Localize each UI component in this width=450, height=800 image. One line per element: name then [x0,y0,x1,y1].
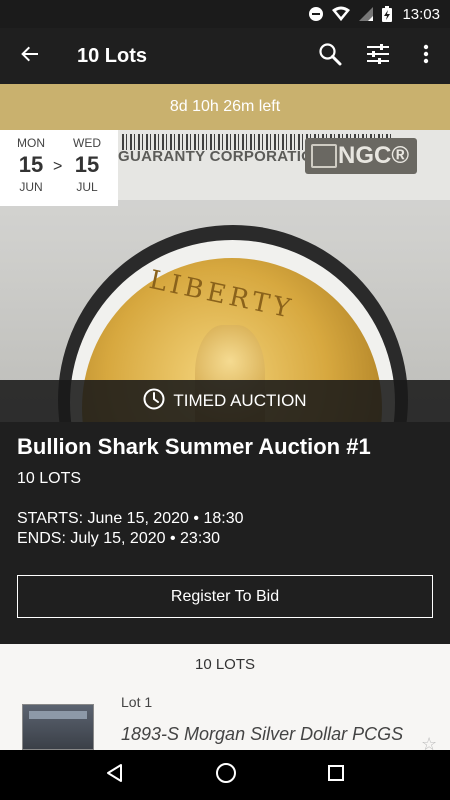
circle-home-icon [216,762,236,783]
end-weekday: WED [73,136,101,150]
wifi-icon [332,6,351,22]
status-bar: 13:03 [0,0,450,28]
arrow-back-icon [20,44,40,69]
start-date: MON 15 JUN [11,136,51,194]
nav-recents-button[interactable] [327,764,345,787]
search-button[interactable] [306,28,354,84]
start-weekday: MON [17,136,45,150]
more-vert-icon [423,44,429,69]
do-not-disturb-icon [308,6,324,22]
lots-header: 10 LOTS [194,656,256,673]
slab-text: GUARANTY CORPORATION [118,148,325,165]
page-title: 10 Lots [77,44,148,67]
search-icon [318,42,342,71]
countdown-banner: 8d 10h 26m left [0,84,450,130]
system-nav-bar [0,750,450,800]
end-time: ENDS: July 15, 2020 • 23:30 [17,530,221,547]
ngc-logo-text: NGC® [337,142,409,169]
auction-title: Bullion Shark Summer Auction #1 [17,434,371,459]
timed-auction-banner: TIMED AUCTION [0,380,450,422]
back-button[interactable] [0,28,60,84]
start-month: JUN [19,180,43,194]
lots-count: 10 LOTS [17,470,82,487]
end-month: JUL [76,180,98,194]
start-day: 15 [18,152,44,177]
scales-icon [311,144,337,168]
end-day: 15 [74,152,100,177]
date-range-badge: MON 15 JUN > WED 15 JUL [0,130,118,206]
end-date: WED 15 JUL [67,136,107,194]
lot-thumbnail[interactable] [22,704,94,750]
nav-back-button[interactable] [105,763,125,788]
start-time: STARTS: June 15, 2020 • 18:30 [17,510,244,527]
more-menu-button[interactable] [402,28,450,84]
tune-icon [367,43,389,69]
nav-home-button[interactable] [215,762,237,789]
status-time: 13:03 [402,5,440,23]
slab-label [29,711,87,719]
lots-list: 10 LOTS Lot 1 1893-S Morgan Silver Dolla… [0,644,450,754]
register-to-bid-button[interactable]: Register To Bid [17,575,433,618]
lot-title[interactable]: 1893-S Morgan Silver Dollar PCGS [121,724,403,745]
auction-details: Bullion Shark Summer Auction #1 10 LOTS … [0,422,450,644]
ngc-logo: NGC® [305,138,417,174]
square-recents-icon [328,764,344,781]
signal-icon [358,6,374,22]
lot-number: Lot 1 [121,694,153,710]
timed-auction-label: TIMED AUCTION [173,391,307,410]
filter-button[interactable] [354,28,402,84]
app-bar: 10 Lots [0,28,450,84]
triangle-back-icon [107,763,122,782]
date-separator: > [53,158,63,175]
battery-charging-icon [382,6,393,22]
clock-icon [143,388,165,415]
